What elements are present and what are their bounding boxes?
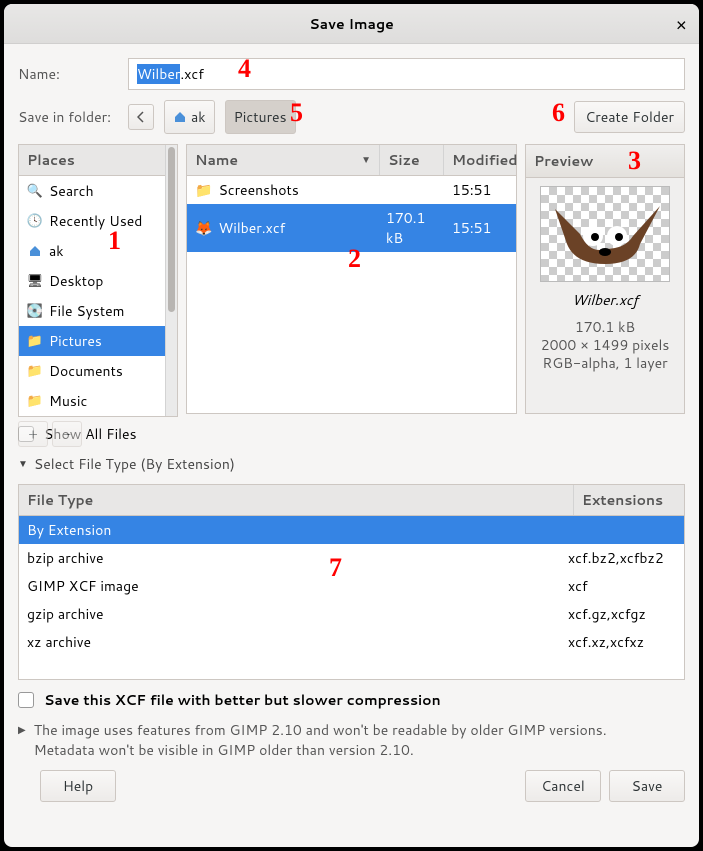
search-icon: 🔍 [27,183,43,199]
wilber-icon [545,194,665,274]
remove-bookmark-button[interactable]: − [52,421,82,447]
expander-down-icon: ▼ [18,457,28,471]
filetype-row[interactable]: xz archivexcf.xz,xcfxz [19,628,684,656]
save-button[interactable]: Save [609,770,685,802]
note-line1: The image uses features from GIMP 2.10 a… [34,720,607,740]
col-filetype[interactable]: File Type [19,485,574,515]
filetype-row[interactable]: By Extension [19,516,684,544]
annotation-6: 6 [552,98,565,128]
save-in-label: Save in folder: [18,107,118,127]
plus-icon: + [28,424,38,444]
version-note-expander[interactable]: ▶ The image uses features from GIMP 2.10… [18,720,685,760]
preview-panel: Preview Wilber.xcf 170.1 kB 2000 × 149 [525,144,685,414]
filetype-row[interactable]: gzip archivexcf.gz,xcfgz [19,600,684,628]
file-list[interactable]: Name▼ Size Modified 📁Screenshots 15:51 🦊… [186,144,517,414]
close-icon[interactable]: × [676,11,687,37]
home-icon [27,243,43,259]
place-documents[interactable]: 📁Documents [19,356,165,386]
places-header: Places [19,145,165,176]
note-line2: Metadata won't be visible in GIMP older … [34,740,607,760]
col-name[interactable]: Name▼ [187,145,380,175]
create-folder-button[interactable]: Create Folder [574,101,685,133]
folder-icon: 📁 [27,363,43,379]
place-desktop[interactable]: 🖥Desktop [19,266,165,296]
folder-icon: 📁 [27,333,43,349]
home-icon [173,110,187,124]
file-row[interactable]: 📁Screenshots 15:51 [187,176,516,204]
filetype-row[interactable]: GIMP XCF imagexcf [19,572,684,600]
recent-icon: 🕓 [27,213,43,229]
compression-checkbox[interactable] [18,692,34,708]
add-bookmark-button[interactable]: + [18,421,48,447]
places-list[interactable]: Places 🔍Search 🕓Recently Used ak 🖥Deskto… [19,145,165,416]
preview-filename: Wilber.xcf [572,290,638,310]
window-title: Save Image [309,14,394,34]
folder-icon: 📁 [27,393,43,409]
path-back-button[interactable] [128,104,154,130]
preview-mode: RGB-alpha, 1 layer [541,354,670,372]
place-pictures[interactable]: 📁Pictures [19,326,165,356]
help-button[interactable]: Help [40,770,116,802]
gimp-file-icon: 🦊 [195,218,212,238]
name-label: Name: [18,64,118,84]
place-filesystem[interactable]: 💽File System [19,296,165,326]
preview-thumbnail [540,186,670,282]
folder-icon: 📁 [195,180,212,200]
select-filetype-expander[interactable]: ▼ Select File Type (By Extension) [18,454,685,474]
expander-right-icon: ▶ [18,720,26,760]
compression-label: Save this XCF file with better but slowe… [44,690,441,710]
chevron-left-icon [137,111,145,123]
preview-header: Preview [526,145,684,178]
filename-input[interactable]: Wilber.xcf [128,58,685,90]
titlebar[interactable]: Save Image × [4,4,699,44]
place-music[interactable]: 📁Music [19,386,165,416]
filetype-row[interactable]: bzip archivexcf.bz2,xcfbz2 [19,544,684,572]
desktop-icon: 🖥 [27,273,43,289]
preview-size: 170.1 kB [541,318,670,336]
path-segment-pictures[interactable]: Pictures [225,100,296,134]
file-row[interactable]: 🦊Wilber.xcf 170.1 kB 15:51 [187,204,516,252]
col-modified[interactable]: Modified [444,145,516,175]
cancel-button[interactable]: Cancel [525,770,601,802]
place-recent[interactable]: 🕓Recently Used [19,206,165,236]
filetype-list[interactable]: File Type Extensions By Extension bzip a… [18,484,685,680]
disk-icon: 💽 [27,303,43,319]
place-home[interactable]: ak [19,236,165,266]
sort-desc-icon: ▼ [361,153,371,167]
col-extensions[interactable]: Extensions [574,485,684,515]
save-dialog: Save Image × Name: Wilber.xcf 4 Save in … [4,4,699,847]
col-size[interactable]: Size [380,145,444,175]
minus-icon: − [63,424,71,444]
places-scrollbar[interactable] [165,145,177,416]
path-segment-ak[interactable]: ak [164,100,215,134]
place-search[interactable]: 🔍Search [19,176,165,206]
preview-dimensions: 2000 × 1499 pixels [541,336,670,354]
